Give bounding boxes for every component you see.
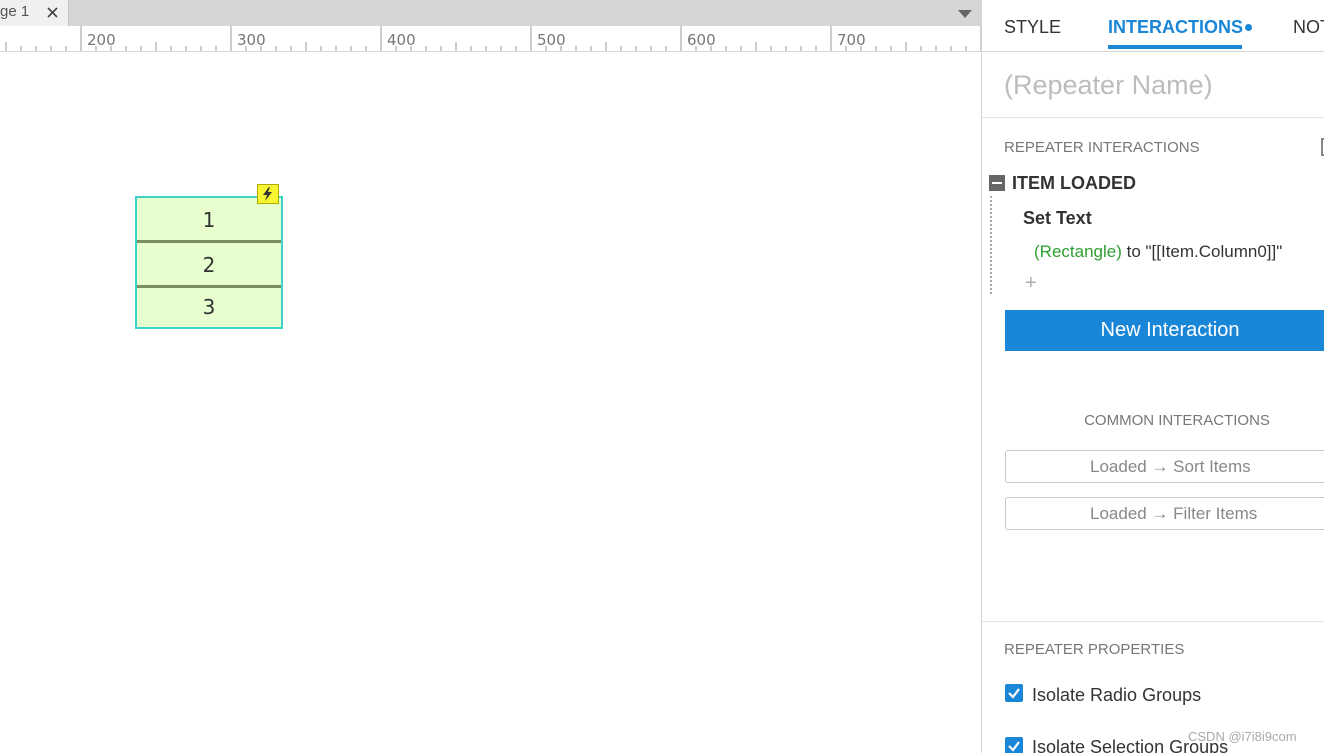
divider: [982, 621, 1324, 622]
inspector-tabs: STYLE INTERACTIONS NOT: [982, 0, 1324, 52]
repeater-row-2[interactable]: 2: [137, 243, 281, 287]
repeater-name-input[interactable]: [1004, 68, 1324, 102]
ruler-label-300: 300: [237, 31, 266, 49]
action-set-text[interactable]: Set Text: [1023, 208, 1092, 229]
page-tab[interactable]: ge 1: [0, 0, 69, 26]
action-target: (Rectangle): [1034, 242, 1122, 261]
ruler-label-700: 700: [837, 31, 866, 49]
horizontal-ruler: 200 300 400 500 600 700: [0, 26, 981, 52]
design-canvas[interactable]: 1 2 3: [0, 52, 981, 753]
checkmark-icon: [1008, 741, 1020, 752]
tab-style[interactable]: STYLE: [1004, 17, 1061, 38]
loaded-sort-items-button[interactable]: Loaded → Sort Items: [1005, 450, 1324, 483]
inspector-panel: STYLE INTERACTIONS NOT REPEATER INTERACT…: [981, 0, 1324, 753]
active-tab-indicator: [1108, 45, 1242, 49]
lightning-bolt-icon[interactable]: [257, 184, 279, 204]
loaded-filter-items-button[interactable]: Loaded → Filter Items: [1005, 497, 1324, 530]
repeater-properties-title: REPEATER PROPERTIES: [1004, 641, 1185, 658]
unsaved-dot-icon: [1245, 24, 1252, 31]
common-interactions-title: COMMON INTERACTIONS: [1084, 412, 1270, 429]
isolate-radio-groups-label[interactable]: Isolate Radio Groups: [1032, 685, 1201, 706]
watermark: CSDN @i7i8i9com: [1188, 729, 1297, 744]
event-tree-line: [990, 196, 992, 294]
event-item-loaded[interactable]: ITEM LOADED: [1012, 173, 1136, 194]
new-interaction-button[interactable]: New Interaction: [1005, 310, 1324, 351]
ruler-label-400: 400: [387, 31, 416, 49]
chevron-down-icon[interactable]: [958, 10, 972, 18]
ruler-ticks: [5, 26, 981, 51]
tab-notes[interactable]: NOT: [1293, 17, 1324, 38]
isolate-radio-groups-checkbox[interactable]: [1005, 684, 1023, 702]
collapse-icon[interactable]: [989, 175, 1005, 191]
ruler-label-200: 200: [87, 31, 116, 49]
checkmark-icon: [1008, 688, 1020, 699]
tab-interactions[interactable]: INTERACTIONS: [1108, 17, 1243, 38]
action-value: to "[[Item.Column0]]": [1121, 242, 1283, 261]
repeater-interactions-title: REPEATER INTERACTIONS: [1004, 139, 1200, 156]
document-tab-bar: ge 1: [0, 0, 981, 26]
ruler-label-500: 500: [537, 31, 566, 49]
close-icon[interactable]: [45, 4, 61, 20]
divider: [982, 117, 1324, 118]
repeater-widget[interactable]: 1 2 3: [135, 196, 283, 329]
page-tab-label: ge 1: [0, 3, 30, 20]
ruler-label-600: 600: [687, 31, 716, 49]
action-detail[interactable]: (Rectangle) to "[[Item.Column0]]": [1034, 242, 1282, 262]
add-action-button[interactable]: +: [1025, 272, 1037, 295]
repeater-row-3[interactable]: 3: [137, 288, 281, 327]
isolate-selection-groups-checkbox[interactable]: [1005, 737, 1023, 753]
